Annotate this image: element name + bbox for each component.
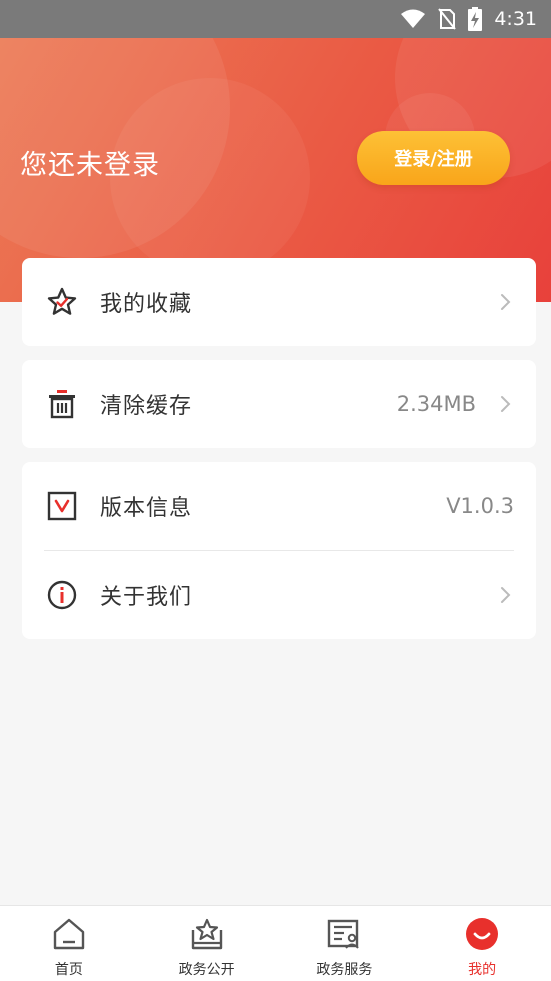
tab-home[interactable]: 首页	[0, 906, 138, 981]
wifi-icon	[400, 9, 426, 29]
status-bar: 4:31	[0, 0, 551, 38]
chevron-right-icon	[500, 585, 512, 605]
chevron-right-icon	[500, 394, 512, 414]
tab-home-label: 首页	[54, 962, 83, 978]
battery-charging-icon	[468, 7, 483, 31]
clear-cache-label: 清除缓存	[100, 394, 193, 419]
login-prompt: 您还未登录	[20, 150, 160, 181]
tab-government-services[interactable]: 政务服务	[276, 906, 414, 981]
version-label: 版本信息	[100, 496, 193, 521]
favorites-label: 我的收藏	[100, 292, 193, 317]
tab-government-affairs-label: 政务公开	[178, 962, 235, 978]
clock-time: 4:31	[494, 8, 537, 30]
favorites-row[interactable]: 我的收藏	[22, 258, 536, 346]
version-row: 版本信息 V1.0.3	[22, 462, 536, 550]
tab-government-services-label: 政务服务	[316, 962, 373, 978]
tab-mine-label: 我的	[468, 962, 497, 978]
clear-cache-row[interactable]: 清除缓存 2.34MB	[22, 360, 536, 448]
smile-icon	[463, 915, 501, 953]
chevron-right-icon	[500, 292, 512, 312]
service-card-icon	[325, 915, 363, 953]
no-sim-icon	[438, 8, 457, 30]
cache-card: 清除缓存 2.34MB	[22, 360, 536, 448]
about-row[interactable]: 关于我们	[22, 551, 536, 639]
trash-icon	[46, 388, 78, 420]
cache-size: 2.34MB	[396, 392, 476, 416]
favorites-card: 我的收藏	[22, 258, 536, 346]
star-house-icon	[188, 915, 226, 953]
version-icon	[46, 490, 78, 522]
tab-government-affairs[interactable]: 政务公开	[138, 906, 276, 981]
bottom-tab-bar: 首页 政务公开 政务服务 我的	[0, 905, 551, 981]
star-icon	[46, 286, 78, 318]
about-label: 关于我们	[100, 585, 193, 610]
home-icon	[50, 915, 88, 953]
tab-mine[interactable]: 我的	[413, 906, 551, 981]
info-card: 版本信息 V1.0.3 关于我们	[22, 462, 536, 639]
version-value: V1.0.3	[446, 494, 514, 518]
login-register-button[interactable]: 登录/注册	[357, 131, 510, 185]
info-icon	[46, 579, 78, 611]
